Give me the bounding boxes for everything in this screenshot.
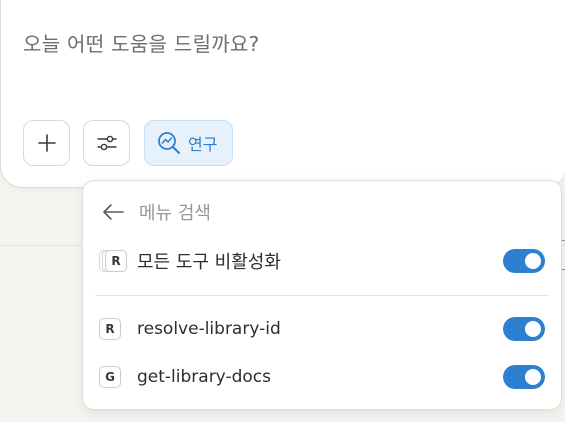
tool-toggle-switch[interactable] — [503, 365, 545, 389]
arrow-left-icon[interactable] — [101, 203, 125, 221]
tool-badge: R — [99, 318, 121, 340]
add-button[interactable] — [23, 120, 70, 166]
menu-search-input[interactable]: 메뉴 검색 — [139, 199, 211, 225]
tool-row[interactable]: G get-library-docs — [99, 362, 545, 392]
tool-toggle-switch[interactable] — [503, 317, 545, 341]
toggle-all-switch[interactable] — [503, 249, 545, 273]
menu-divider — [95, 295, 549, 296]
menu-search[interactable]: 메뉴 검색 — [101, 199, 211, 225]
tool-name: resolve-library-id — [137, 319, 281, 339]
stacked-badges-icon: R — [99, 250, 127, 272]
chat-composer: 오늘 어떤 도움을 드릴까요? 연구 — [0, 0, 565, 188]
research-label: 연구 — [188, 135, 218, 154]
tools-settings-button[interactable] — [83, 120, 130, 166]
research-icon — [158, 132, 180, 154]
tool-badge: G — [99, 366, 121, 388]
tool-row[interactable]: R resolve-library-id — [99, 314, 545, 344]
plus-icon — [37, 134, 56, 152]
composer-input[interactable]: 오늘 어떤 도움을 드릴까요? — [23, 28, 260, 57]
toggle-all-label: 모든 도구 비활성화 — [137, 252, 281, 273]
toggle-all-row[interactable]: R 모든 도구 비활성화 — [99, 246, 545, 276]
research-button[interactable]: 연구 — [144, 120, 233, 166]
tool-name: get-library-docs — [137, 367, 271, 387]
tools-menu: 메뉴 검색 R 모든 도구 비활성화 R resolve-library-id … — [82, 180, 562, 410]
sliders-icon — [96, 135, 117, 151]
tool-badge: R — [105, 250, 127, 272]
